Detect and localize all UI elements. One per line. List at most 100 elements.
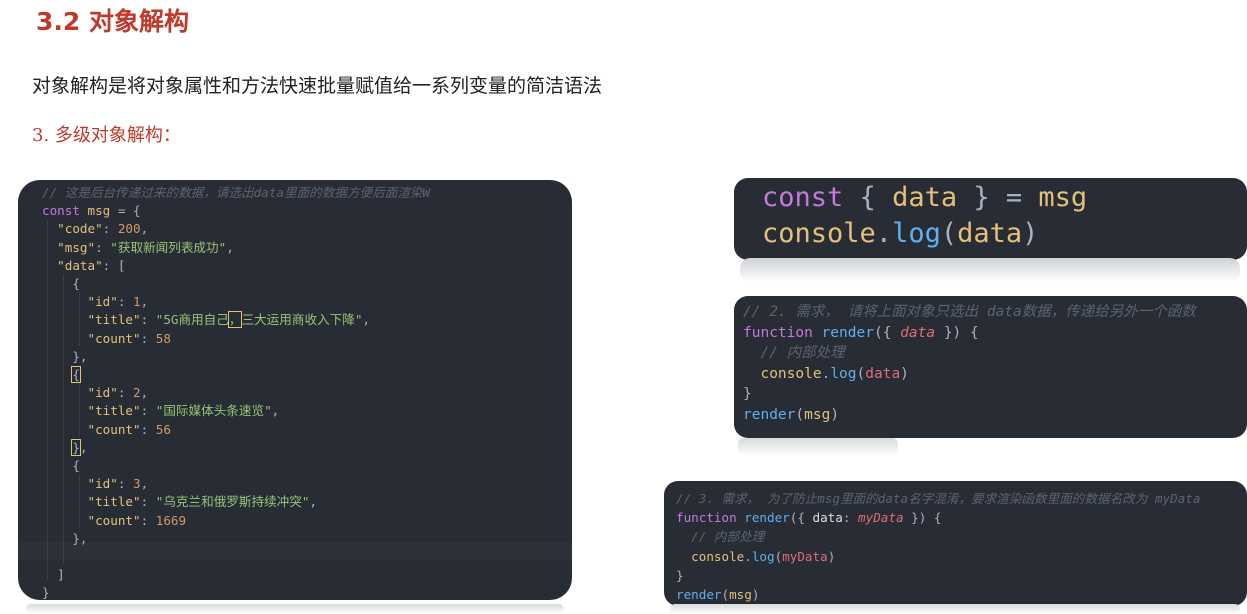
parameter: data xyxy=(900,324,936,341)
object-key: "title" xyxy=(87,403,141,419)
parameter: myData xyxy=(858,510,904,526)
variable: msg xyxy=(804,406,831,423)
code-comment: // 3. 需求， 为了防止msg里面的data名字混淆，要求渲染函数里面的数据… xyxy=(676,491,1201,506)
variable: msg xyxy=(1038,182,1088,213)
object-name: console xyxy=(762,218,876,249)
code-block-destructure: const { data } = msg console.log(data) xyxy=(734,178,1247,260)
code-line: "title": "乌克兰和俄罗斯持续冲突", xyxy=(87,494,318,510)
code-line: "count": 56 xyxy=(87,421,171,437)
keyword: const xyxy=(762,182,844,213)
code-block-rename-destructure: // 3. 需求， 为了防止msg里面的data名字混淆，要求渲染函数里面的数据… xyxy=(664,481,1247,606)
code-line: console.log(myData) xyxy=(691,548,836,564)
string-value: "获取新闻列表成功" xyxy=(110,239,227,255)
number-value: 1669 xyxy=(155,512,187,528)
code-line: "count": 58 xyxy=(87,330,171,346)
code-line: "title": "国际媒体头条速览", xyxy=(87,403,280,419)
intro-paragraph: 对象解构是将对象属性和方法快速批量赋值给一系列变量的简洁语法 xyxy=(32,75,603,97)
number-value: 2 xyxy=(133,385,141,401)
object-key: "title" xyxy=(87,312,141,328)
code-line: render(msg) xyxy=(676,587,760,603)
code-line: "title": "5G商用自己，三大运用商收入下降", xyxy=(87,311,370,329)
object-key: "id" xyxy=(87,476,118,492)
subheading: 3. 多级对象解构： xyxy=(32,125,181,146)
object-key: "id" xyxy=(87,385,118,401)
code-comment: // 这是后台传递过来的数据，请选出data里面的数据方便后面渲染W xyxy=(42,185,431,200)
function-name: render xyxy=(821,324,874,341)
function-name: render xyxy=(744,510,790,526)
code-block-msg-object: // 这是后台传递过来的数据，请选出data里面的数据方便后面渲染W const… xyxy=(18,180,572,600)
code-line: // 2. 需求， 请将上面对象只选出 data数据，传递给另外一个函数 xyxy=(743,302,1247,323)
function-name: log xyxy=(751,548,775,564)
object-key: "title" xyxy=(87,494,141,510)
code-line: "id": 2, xyxy=(87,385,149,401)
variable: myData xyxy=(782,548,828,564)
object-name: console xyxy=(760,365,822,382)
code-line: render(msg) xyxy=(743,406,840,423)
code-line: }, xyxy=(71,438,88,456)
string-value: "5G商用自己 xyxy=(155,312,229,328)
block-reflection xyxy=(670,604,1240,614)
code-line: { xyxy=(71,366,81,384)
object-key: "count" xyxy=(87,330,141,346)
number-value: 3 xyxy=(133,476,141,492)
code-line: function render({ data: myData }) { xyxy=(676,510,942,526)
code-line: const { data } = msg xyxy=(762,182,1088,213)
variable: data xyxy=(957,218,1023,249)
bracket-match-box: ， xyxy=(227,311,243,329)
variable: msg xyxy=(87,203,111,219)
function-name: render xyxy=(676,587,722,603)
code-comment: // 内部处理 xyxy=(760,345,845,361)
code-line: } xyxy=(676,567,684,583)
code-line: "msg": "获取新闻列表成功", xyxy=(57,239,234,255)
number-value: 58 xyxy=(155,330,171,346)
code-line: "code": 200, xyxy=(57,221,149,237)
code-line: "count": 1669 xyxy=(87,512,187,528)
keyword: const xyxy=(42,203,80,219)
object-key: "count" xyxy=(87,421,141,437)
section-heading: 3.2 对象解构 xyxy=(36,7,189,36)
code-line: "id": 1, xyxy=(87,294,149,310)
code-line: console.log(data) xyxy=(760,365,909,382)
function-name: log xyxy=(830,365,857,382)
code-line: function render({ data }) { xyxy=(743,324,979,341)
number-value: 1 xyxy=(133,294,141,310)
code-line: // 内部处理 xyxy=(743,343,1247,364)
code-line: // 内部处理 xyxy=(676,527,1247,546)
code-line: "id": 3, xyxy=(87,476,149,492)
number-value: 200 xyxy=(117,221,141,237)
code-line: // 3. 需求， 为了防止msg里面的data名字混淆，要求渲染函数里面的数据… xyxy=(676,489,1247,508)
object-key: data xyxy=(812,510,843,526)
keyword: function xyxy=(743,324,813,341)
code-line: const msg = { xyxy=(42,203,141,219)
object-key: "data" xyxy=(57,257,103,273)
code-line: { xyxy=(42,276,80,292)
code-line: }, xyxy=(42,348,88,364)
code-comment: // 2. 需求， 请将上面对象只选出 data数据，传递给另外一个函数 xyxy=(743,304,1196,320)
code-line: "data": [ xyxy=(57,257,126,273)
code-line: }, xyxy=(42,530,88,546)
code-block-render-function: // 2. 需求， 请将上面对象只选出 data数据，传递给另外一个函数 fun… xyxy=(734,296,1247,438)
keyword: function xyxy=(676,510,737,526)
code-line: } xyxy=(42,585,50,600)
string-value: 三大运用商收入下降" xyxy=(241,312,363,328)
code-line: console.log(data) xyxy=(762,218,1039,249)
object-key: "msg" xyxy=(57,239,96,255)
function-name: log xyxy=(892,218,941,249)
block-reflection xyxy=(740,258,1240,282)
variable: msg xyxy=(729,587,752,603)
function-name: render xyxy=(743,406,796,423)
variable: data xyxy=(892,182,958,213)
number-value: 56 xyxy=(155,421,171,437)
block-reflection xyxy=(26,604,564,614)
object-key: "id" xyxy=(87,294,118,310)
block-reflection xyxy=(738,438,898,456)
object-key: "count" xyxy=(87,512,141,528)
code-line: // 这是后台传递过来的数据，请选出data里面的数据方便后面渲染W xyxy=(42,184,572,202)
code-line: { xyxy=(42,458,80,474)
code-line: } xyxy=(743,386,752,402)
code-line: ] xyxy=(42,567,65,583)
variable: data xyxy=(865,365,901,382)
object-name: console xyxy=(691,548,745,564)
object-key: "code" xyxy=(57,221,103,237)
